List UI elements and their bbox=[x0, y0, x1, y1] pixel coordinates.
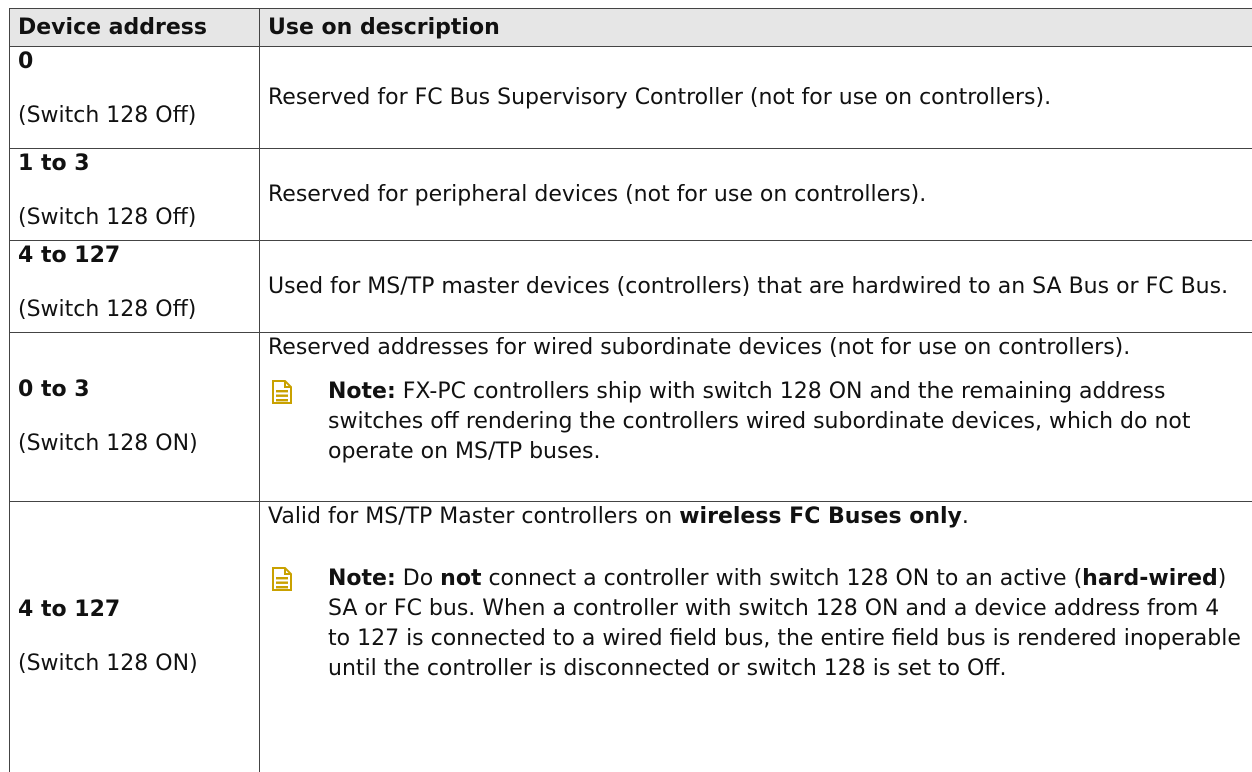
note-block: Note: FX-PC controllers ship with switch… bbox=[268, 377, 1244, 467]
table-row: 4 to 127 (Switch 128 Off) Used for MS/TP… bbox=[9, 241, 1252, 333]
address-value: 1 to 3 bbox=[18, 151, 90, 176]
note-label: Note: bbox=[328, 379, 396, 404]
note-part-2: connect a controller with switch 128 ON … bbox=[481, 566, 1083, 591]
note-block: Note: Do not connect a controller with s… bbox=[268, 564, 1244, 684]
table-row: 4 to 127 (Switch 128 ON) Valid for MS/TP… bbox=[9, 502, 1252, 772]
description-text: Reserved for FC Bus Supervisory Controll… bbox=[268, 84, 1052, 110]
address-cell: 0 (Switch 128 Off) bbox=[9, 47, 260, 148]
table-header-row: Device address Use on description bbox=[9, 9, 1252, 47]
description-cell: Reserved for peripheral devices (not for… bbox=[260, 149, 1252, 240]
description-post: . bbox=[961, 504, 969, 529]
note-body: FX-PC controllers ship with switch 128 O… bbox=[328, 379, 1191, 464]
address-value: 4 to 127 bbox=[18, 243, 121, 268]
description-cell: Used for MS/TP master devices (controlle… bbox=[260, 241, 1252, 332]
switch-state: (Switch 128 ON) bbox=[18, 651, 198, 676]
note-icon bbox=[272, 564, 296, 684]
description-text: Reserved for peripheral devices (not for… bbox=[268, 181, 927, 207]
switch-state: (Switch 128 Off) bbox=[18, 205, 197, 230]
switch-state: (Switch 128 Off) bbox=[18, 297, 197, 322]
address-value: 0 to 3 bbox=[18, 377, 90, 402]
address-cell: 4 to 127 (Switch 128 ON) bbox=[9, 502, 260, 772]
address-value: 0 bbox=[18, 49, 34, 74]
note-text: Note: FX-PC controllers ship with switch… bbox=[328, 377, 1244, 467]
address-cell: 1 to 3 (Switch 128 Off) bbox=[9, 149, 260, 240]
note-part-1: Do bbox=[402, 566, 441, 591]
header-device-address: Device address bbox=[9, 9, 260, 46]
description-bold: wireless FC Buses only bbox=[679, 504, 962, 529]
table-row: 0 (Switch 128 Off) Reserved for FC Bus S… bbox=[9, 47, 1252, 149]
description-cell: Reserved addresses for wired subordinate… bbox=[260, 333, 1252, 501]
description-pre: Valid for MS/TP Master controllers on bbox=[268, 504, 680, 529]
note-bold-2: hard-wired bbox=[1082, 566, 1218, 591]
address-cell: 4 to 127 (Switch 128 Off) bbox=[9, 241, 260, 332]
address-value: 4 to 127 bbox=[18, 597, 121, 622]
device-address-table: Device address Use on description 0 (Swi… bbox=[9, 8, 1252, 772]
header-use-description: Use on description bbox=[268, 15, 500, 40]
address-cell: 0 to 3 (Switch 128 ON) bbox=[9, 333, 260, 501]
description-text: Valid for MS/TP Master controllers on wi… bbox=[268, 502, 1244, 532]
note-label: Note: bbox=[328, 566, 396, 591]
description-text: Used for MS/TP master devices (controlle… bbox=[268, 273, 1229, 299]
description-cell: Valid for MS/TP Master controllers on wi… bbox=[260, 502, 1252, 772]
table-row: 0 to 3 (Switch 128 ON) Reserved addresse… bbox=[9, 333, 1252, 502]
table-row: 1 to 3 (Switch 128 Off) Reserved for per… bbox=[9, 149, 1252, 241]
note-icon bbox=[272, 377, 296, 467]
note-text: Note: Do not connect a controller with s… bbox=[328, 564, 1244, 684]
description-text: Reserved addresses for wired subordinate… bbox=[268, 335, 1131, 360]
switch-state: (Switch 128 Off) bbox=[18, 103, 197, 128]
switch-state: (Switch 128 ON) bbox=[18, 431, 198, 456]
note-bold-1: not bbox=[440, 566, 482, 591]
description-cell: Reserved for FC Bus Supervisory Controll… bbox=[260, 47, 1252, 148]
